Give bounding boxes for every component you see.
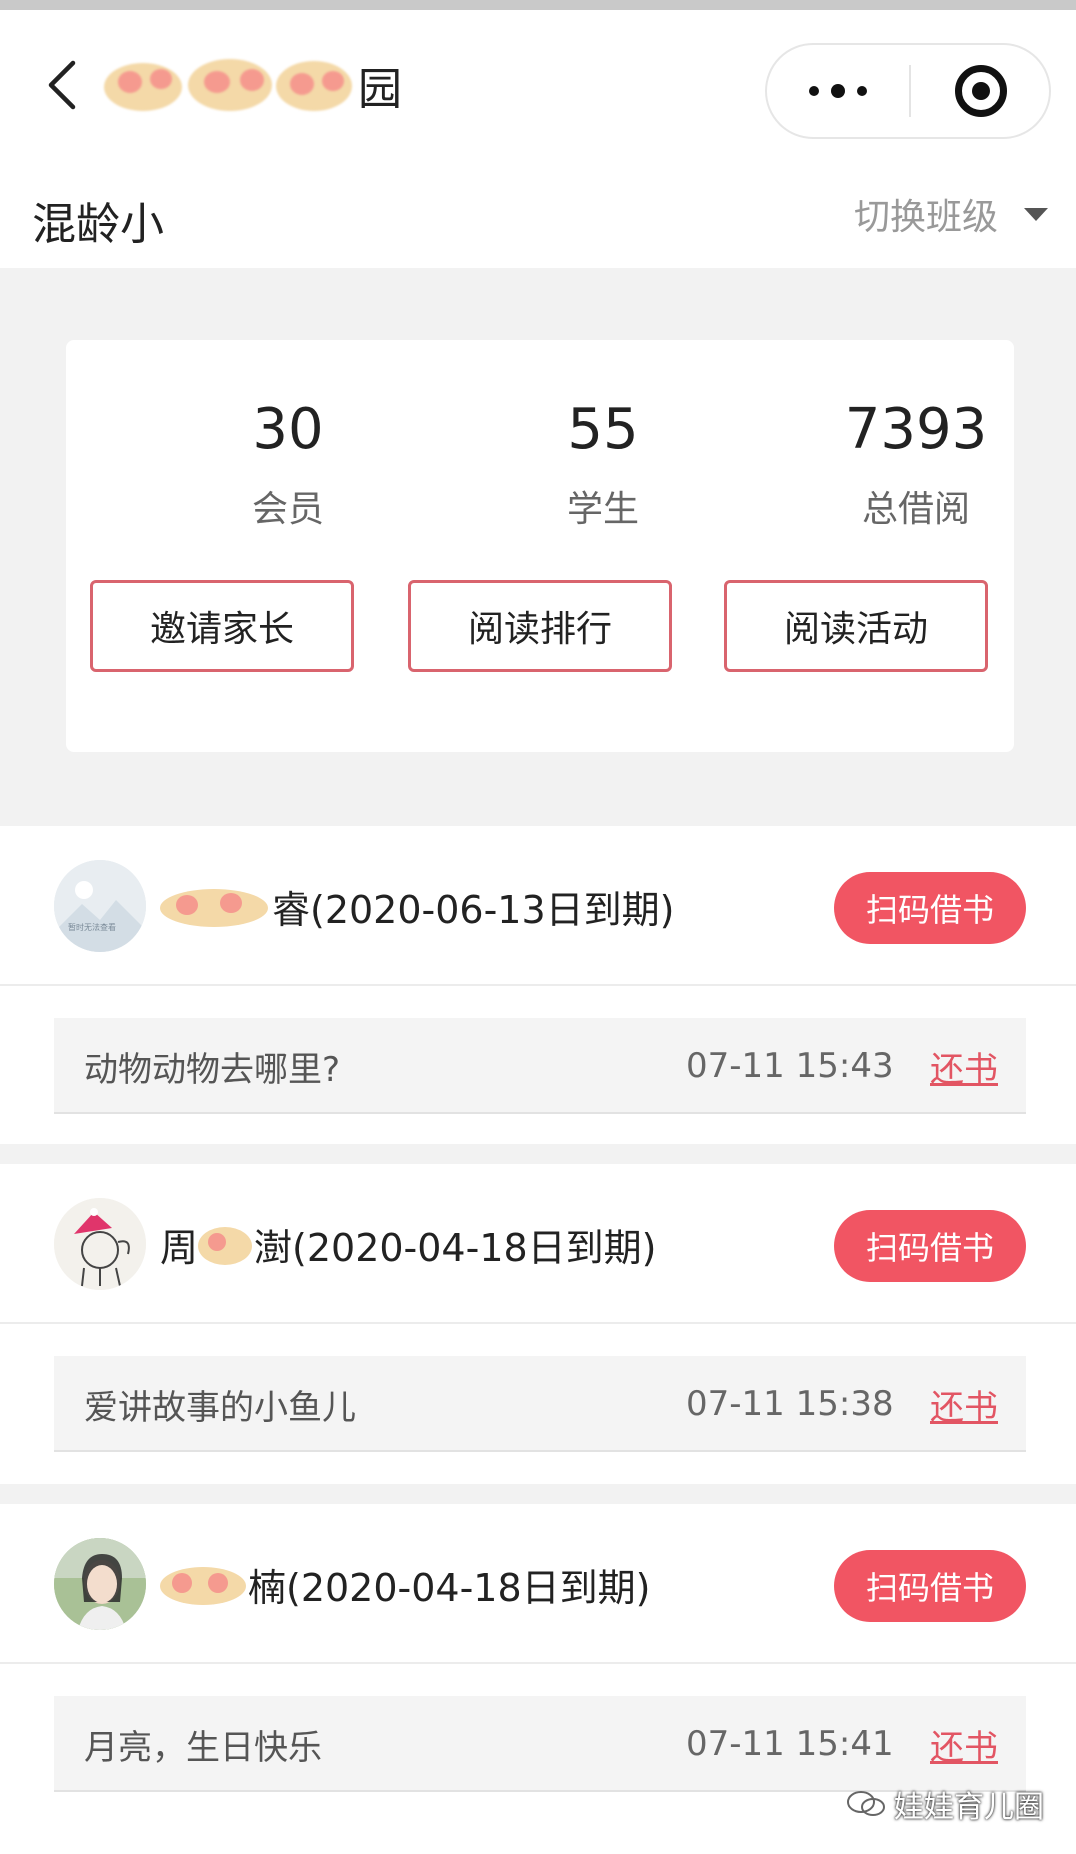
redacted-name-sticker xyxy=(160,883,272,929)
borrowed-book-row: 动物动物去哪里? 07-11 15:43 还书 xyxy=(54,1018,1026,1114)
book-title: 动物动物去哪里? xyxy=(84,1049,341,1090)
caret-down-icon xyxy=(1024,207,1048,221)
stat-value: 30 xyxy=(252,397,324,462)
watermark-text: 娃娃育儿圈 xyxy=(894,1790,1044,1825)
redacted-name-sticker xyxy=(198,1221,254,1267)
stats-card: 30 会员 55 学生 7393 总借阅 邀请家长 阅读排行 阅读活动 xyxy=(66,340,1014,752)
stat-value: 7393 xyxy=(844,397,988,462)
member-name-prefix: 周 xyxy=(160,1225,199,1270)
book-title: 爱讲故事的小鱼儿 xyxy=(84,1387,356,1428)
avatar xyxy=(54,1198,146,1290)
title-suffix: 园 xyxy=(358,64,402,115)
stat-value: 55 xyxy=(567,397,639,462)
wechat-icon xyxy=(847,1791,885,1816)
back-button[interactable] xyxy=(36,50,86,120)
placeholder-image-icon xyxy=(54,860,146,952)
return-book-link[interactable]: 还书 xyxy=(930,1356,998,1452)
record-header: 楠(2020-04-18日到期) 扫码借书 xyxy=(0,1504,1076,1664)
scan-borrow-button[interactable]: 扫码借书 xyxy=(834,1550,1026,1622)
close-mini-program-button[interactable] xyxy=(911,45,1051,137)
reading-activity-button[interactable]: 阅读活动 xyxy=(724,580,988,672)
drawing-avatar-icon xyxy=(54,1198,146,1290)
stat-total-borrows: 7393 总借阅 xyxy=(766,402,1066,532)
mini-program-capsule xyxy=(765,43,1051,139)
more-dot-right xyxy=(857,86,867,96)
member-name: 睿(2020-06-13日到期) xyxy=(160,876,675,936)
photo-avatar-icon xyxy=(54,1538,146,1630)
header: 园 混龄小 切换班级 xyxy=(0,10,1076,268)
borrow-time: 07-11 15:38 xyxy=(686,1384,894,1424)
stat-label: 总借阅 xyxy=(861,489,970,530)
borrow-time: 07-11 15:43 xyxy=(686,1046,894,1086)
return-book-link[interactable]: 还书 xyxy=(930,1018,998,1114)
switch-class-label: 切换班级 xyxy=(853,197,998,238)
more-button[interactable] xyxy=(767,45,909,137)
borrow-record: 暂时无法查看 睿(2020-06-13日到期) 扫码借书 动物动物去哪里? 07… xyxy=(0,826,1076,1144)
class-name: 混龄小 xyxy=(32,199,164,250)
member-name: 楠(2020-04-18日到期) xyxy=(160,1554,651,1614)
avatar-placeholder-text: 暂时无法查看 xyxy=(68,923,116,932)
member-name-text: 澍(2020-04-18日到期) xyxy=(254,1225,657,1270)
return-book-link[interactable]: 还书 xyxy=(930,1696,998,1792)
redacted-title-sticker xyxy=(104,57,354,113)
redacted-name-sticker xyxy=(160,1561,248,1607)
book-title: 月亮，生日快乐 xyxy=(84,1727,322,1768)
scan-borrow-button[interactable]: 扫码借书 xyxy=(834,872,1026,944)
member-name: 周 澍(2020-04-18日到期) xyxy=(160,1214,657,1274)
stat-students: 55 学生 xyxy=(453,402,753,532)
reading-rank-button[interactable]: 阅读排行 xyxy=(408,580,672,672)
borrow-time: 07-11 15:41 xyxy=(686,1724,894,1764)
avatar xyxy=(54,1538,146,1630)
member-name-text: 睿(2020-06-13日到期) xyxy=(272,887,675,932)
avatar: 暂时无法查看 xyxy=(54,860,146,952)
page-title: 园 xyxy=(104,50,402,120)
borrowed-book-row: 月亮，生日快乐 07-11 15:41 还书 xyxy=(54,1696,1026,1792)
invite-parents-button[interactable]: 邀请家长 xyxy=(90,580,354,672)
page: 园 混龄小 切换班级 30 会员 55 学生 7393 总借阅 邀请家长 阅读排… xyxy=(0,0,1076,1854)
borrow-record: 周 澍(2020-04-18日到期) 扫码借书 爱讲故事的小鱼儿 07-11 1… xyxy=(0,1164,1076,1484)
stat-label: 会员 xyxy=(251,489,324,530)
record-header: 暂时无法查看 睿(2020-06-13日到期) 扫码借书 xyxy=(0,826,1076,986)
switch-class-dropdown[interactable]: 切换班级 xyxy=(854,188,1048,240)
scan-borrow-button[interactable]: 扫码借书 xyxy=(834,1210,1026,1282)
borrowed-book-row: 爱讲故事的小鱼儿 07-11 15:38 还书 xyxy=(54,1356,1026,1452)
stat-label: 学生 xyxy=(566,489,639,530)
status-strip xyxy=(0,0,1076,10)
watermark: 娃娃育儿圈 xyxy=(846,1782,1044,1826)
more-dots-icon xyxy=(809,86,819,96)
stat-members: 30 会员 xyxy=(138,402,438,532)
stats-area: 30 会员 55 学生 7393 总借阅 邀请家长 阅读排行 阅读活动 xyxy=(0,268,1076,823)
member-name-text: 楠(2020-04-18日到期) xyxy=(248,1565,651,1610)
target-icon xyxy=(955,65,1007,117)
chevron-left-icon xyxy=(48,60,76,110)
more-dot-center xyxy=(831,84,845,98)
record-header: 周 澍(2020-04-18日到期) 扫码借书 xyxy=(0,1164,1076,1324)
